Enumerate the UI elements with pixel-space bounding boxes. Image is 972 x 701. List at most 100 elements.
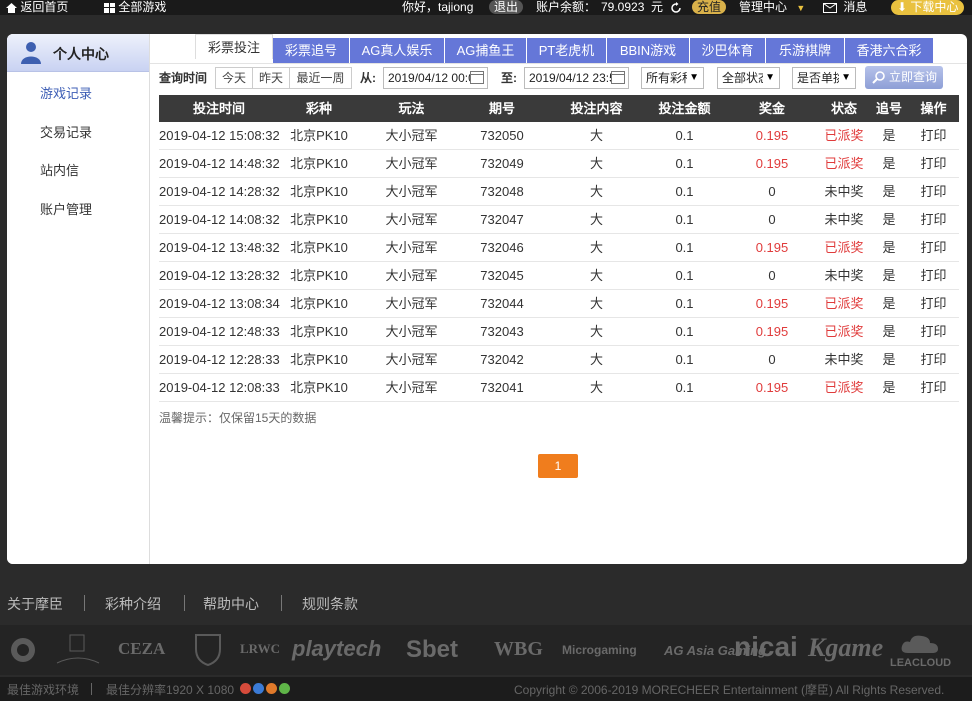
tab-ag-fishing[interactable]: AG捕鱼王 [445,38,527,63]
shield-logo [195,634,221,667]
logout-button[interactable]: 退出 [489,0,524,14]
cell-issue: 732050 [480,128,524,143]
footer-link-rules[interactable]: 规则条款 [302,594,358,614]
print-link[interactable]: 打印 [916,318,951,345]
footer-link-help[interactable]: 帮助中心 [203,594,259,614]
top-bar: 返回首页 全部游戏 你好，tajiong 退出 账户余额： 79.0923 元 … [0,0,972,15]
calendar-icon[interactable] [611,71,625,84]
footer-link-lottery-intro[interactable]: 彩种介绍 [105,594,161,614]
cell-play: 大小冠军 [385,352,438,367]
emblem-logo [11,638,35,662]
print-link[interactable]: 打印 [916,346,951,373]
print-link[interactable]: 打印 [916,122,951,149]
download-center-button[interactable]: ⬇ 下载中心 [891,0,965,15]
today-button[interactable]: 今天 [215,67,253,89]
page-button-current[interactable]: 1 [538,454,578,478]
tab-saba-sports[interactable]: 沙巴体育 [690,38,766,63]
cell-chase: 是 [882,296,896,311]
sidebar-item-account[interactable]: 账户管理 [40,199,92,218]
from-label: 从: [360,71,376,85]
greeting: 你好，tajiong [402,0,474,14]
manage-menu[interactable]: 管理中心 ▼ [739,0,805,16]
cell-content: 大 [589,296,603,311]
tab-leyou-chess[interactable]: 乐游棋牌 [766,38,845,63]
cell-chase: 是 [882,380,896,395]
cell-content: 大 [589,240,603,255]
cell-chase: 是 [882,240,896,255]
print-link[interactable]: 打印 [916,262,951,289]
data-retention-hint: 温馨提示：仅保留15天的数据 [159,411,317,425]
cell-chase: 是 [882,324,896,339]
recharge-button[interactable]: 充值 [692,0,727,14]
cell-lottery: 北京PK10 [290,268,348,283]
footer-link-about[interactable]: 关于摩臣 [7,594,63,614]
home-link[interactable]: 返回首页 [6,0,68,15]
cell-content: 大 [589,268,603,283]
cell-play: 大小冠军 [385,380,438,395]
cell-issue: 732048 [480,184,524,199]
tab-lottery-chase[interactable]: 彩票追号 [273,38,350,63]
download-label: 下载中心 [910,0,959,14]
last-week-button[interactable]: 最近一周 [289,67,352,89]
to-date-input[interactable]: 2019/04/12 23:59 [524,67,629,89]
cell-prize: 0.195 [755,156,789,171]
print-link[interactable]: 打印 [916,206,951,233]
browser-icons [240,682,292,697]
sidebar-item-messages[interactable]: 站内信 [40,160,79,179]
cell-bet-time: 2019-04-12 14:28:32 [159,184,280,199]
tab-bbin[interactable]: BBIN游戏 [607,38,690,63]
cell-chase: 是 [882,156,896,171]
home-label: 返回首页 [20,0,69,14]
status-select[interactable]: 全部状态 ▼ [717,67,780,89]
from-date-input[interactable]: 2019/04/12 00:00 [383,67,488,89]
cell-status: 已派奖 [824,128,864,143]
print-link[interactable]: 打印 [916,290,951,317]
col-bet-time: 投注时间 [192,101,245,116]
footer-divider [84,595,85,611]
cell-status: 未中奖 [824,212,864,227]
sidebar-item-transaction-records[interactable]: 交易记录 [40,122,92,141]
grid-icon [104,2,115,13]
cell-amount: 0.1 [675,156,694,171]
table-row: 2019-04-12 13:48:32 北京PK10 大小冠军 732046 大 0.1 0… [159,234,959,262]
lottery-select[interactable]: 所有彩种 ▼ [641,67,704,89]
cell-lottery: 北京PK10 [290,380,348,395]
footer-divider [184,595,185,611]
cell-lottery: 北京PK10 [290,184,348,199]
cell-prize: 0.195 [755,128,789,143]
cell-bet-time: 2019-04-12 13:28:32 [159,268,280,283]
yesterday-button[interactable]: 昨天 [252,67,290,89]
cell-lottery: 北京PK10 [290,352,348,367]
cell-content: 大 [589,352,603,367]
cell-content: 大 [589,184,603,199]
cell-amount: 0.1 [675,128,694,143]
messages-link[interactable]: 消息 [823,0,867,15]
balance-value: 79.0923 [601,0,645,14]
tab-lottery-bets[interactable]: 彩票投注 [195,34,273,59]
tab-pt-slots[interactable]: PT老虎机 [527,38,607,63]
cell-amount: 0.1 [675,380,694,395]
cell-lottery: 北京PK10 [290,212,348,227]
col-issue: 期号 [488,101,515,116]
single-select[interactable]: 是否单挑 ▼ [792,67,856,89]
print-link[interactable]: 打印 [916,178,951,205]
cloud-logo [901,635,938,653]
tab-hk-mark-six[interactable]: 香港六合彩 [845,38,934,63]
all-games-link[interactable]: 全部游戏 [104,0,166,15]
sidebar-item-game-records[interactable]: 游戏记录 [40,83,92,102]
cell-lottery: 北京PK10 [290,324,348,339]
cell-play: 大小冠军 [385,240,438,255]
logo-nicai: nicai [734,631,798,662]
col-amount: 投注金额 [658,101,711,116]
calendar-icon[interactable] [470,71,484,84]
cell-status: 未中奖 [824,184,864,199]
print-link[interactable]: 打印 [916,374,951,401]
refresh-icon[interactable] [670,0,682,15]
search-button[interactable]: 立即查询 [865,66,943,89]
tab-ag-live[interactable]: AG真人娱乐 [350,38,445,63]
all-games-label: 全部游戏 [118,0,167,14]
logo-sbet: Sbet [406,636,459,663]
print-link[interactable]: 打印 [916,234,951,261]
col-status: 状态 [830,101,857,116]
print-link[interactable]: 打印 [916,150,951,177]
